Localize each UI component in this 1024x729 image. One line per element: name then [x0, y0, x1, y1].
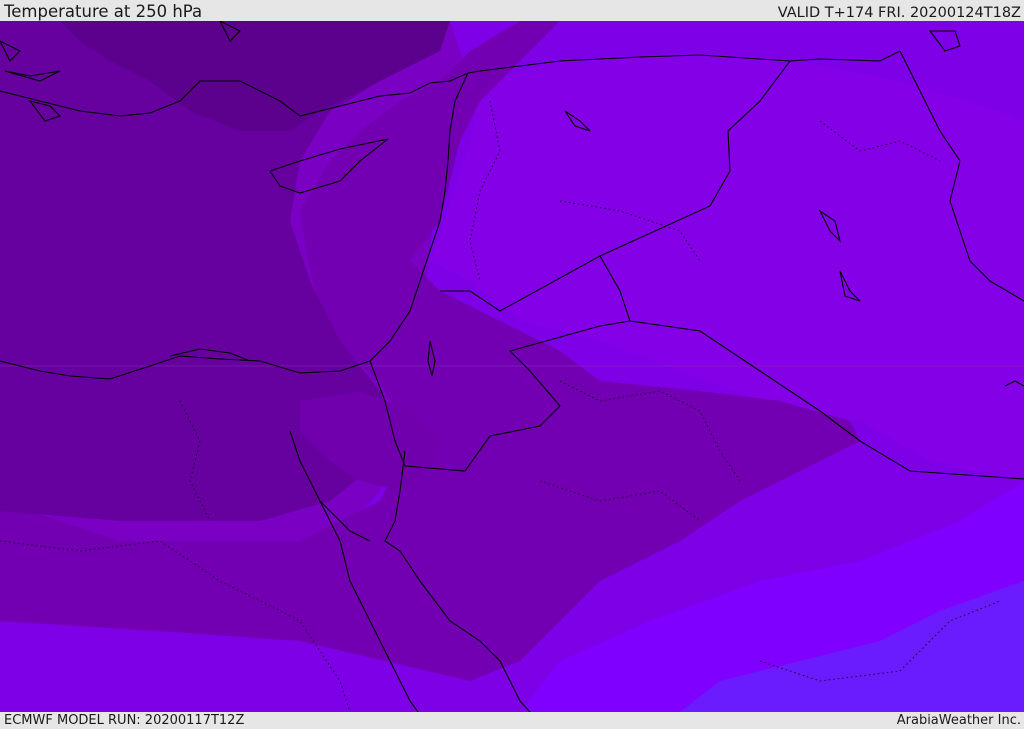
- credit: ArabiaWeather Inc.: [896, 713, 1021, 728]
- model-run: ECMWF MODEL RUN: 20200117T12Z: [4, 713, 245, 728]
- valid-time: VALID T+174 FRI. 20200124T18Z: [777, 5, 1021, 21]
- header-bar: Temperature at 250 hPa VALID T+174 FRI. …: [0, 0, 1024, 21]
- footer-bar: ECMWF MODEL RUN: 20200117T12Z ArabiaWeat…: [0, 712, 1024, 729]
- temperature-map: [0, 21, 1024, 712]
- map-title: Temperature at 250 hPa: [4, 2, 203, 21]
